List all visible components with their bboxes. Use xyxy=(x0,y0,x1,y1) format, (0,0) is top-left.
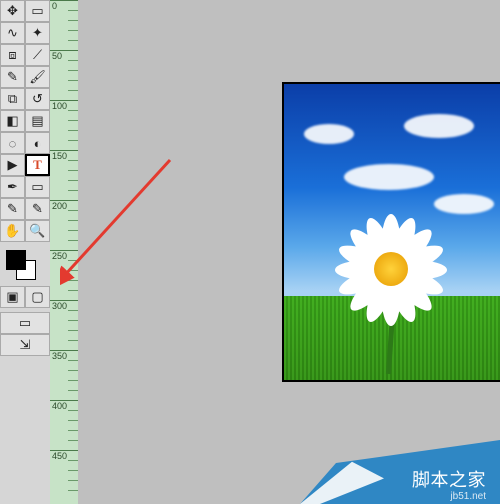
ruler-minor-tick xyxy=(68,230,78,231)
healing-brush-tool[interactable]: ✎ xyxy=(0,66,25,88)
ruler-minor-tick xyxy=(68,270,78,271)
ruler-minor-tick xyxy=(68,20,78,21)
ruler-minor-tick xyxy=(68,260,78,261)
clone-stamp-tool[interactable]: ⧉ xyxy=(0,88,25,110)
ruler-minor-tick xyxy=(68,420,78,421)
ruler-minor-tick xyxy=(68,390,78,391)
ruler-minor-tick xyxy=(68,290,78,291)
screen-mode-button[interactable]: ▭ xyxy=(0,312,50,334)
blur-tool[interactable]: ◌ xyxy=(0,132,25,154)
ruler-minor-tick xyxy=(68,10,78,11)
gradient-tool[interactable]: ▤ xyxy=(25,110,50,132)
ruler-minor-tick xyxy=(68,440,78,441)
slice-tool[interactable]: ⟋ xyxy=(25,44,50,66)
ruler-minor-tick xyxy=(68,470,78,471)
brush-tool[interactable]: 🖌 xyxy=(25,66,50,88)
ruler-minor-tick xyxy=(68,360,78,361)
path-selection-tool[interactable]: ▶ xyxy=(0,154,25,176)
ruler-minor-tick xyxy=(68,330,78,331)
ruler-minor-tick xyxy=(68,170,78,171)
marquee-tool[interactable]: ▭ xyxy=(25,0,50,22)
standard-mode-button[interactable]: ▣ xyxy=(0,286,25,308)
eraser-tool[interactable]: ◧ xyxy=(0,110,25,132)
jump-to-button[interactable]: ⇲ xyxy=(0,334,50,356)
notes-tool[interactable]: ✎ xyxy=(0,198,25,220)
ruler-minor-tick xyxy=(68,280,78,281)
ruler-minor-tick xyxy=(68,130,78,131)
ruler-minor-tick xyxy=(68,320,78,321)
ruler-minor-tick xyxy=(68,190,78,191)
ruler-minor-tick xyxy=(68,140,78,141)
flower-center xyxy=(374,252,408,286)
ruler-minor-tick xyxy=(68,90,78,91)
ruler-minor-tick xyxy=(68,240,78,241)
ruler-minor-tick xyxy=(68,370,78,371)
ruler-minor-tick xyxy=(68,380,78,381)
ruler-minor-tick xyxy=(68,490,78,491)
ruler-minor-tick xyxy=(68,70,78,71)
ruler-minor-tick xyxy=(68,160,78,161)
color-swatches[interactable] xyxy=(0,248,50,282)
lasso-tool[interactable]: ∿ xyxy=(0,22,25,44)
image-flower xyxy=(326,204,456,334)
image-cloud xyxy=(304,124,354,144)
watermark-banner: 脚本之家 jb51.net xyxy=(300,440,500,504)
crop-tool[interactable]: ⧈ xyxy=(0,44,25,66)
ruler-minor-tick xyxy=(68,460,78,461)
hand-tool[interactable]: ✋ xyxy=(0,220,25,242)
ruler-minor-tick xyxy=(68,410,78,411)
photoshop-window: ✥▭∿✦⧈⟋✎🖌⧉↺◧▤◌◐▶T✒▭✎✎✋🔍 ▣▢ ▭⇲ 05010015020… xyxy=(0,0,500,504)
ruler-minor-tick xyxy=(68,220,78,221)
eyedropper-tool[interactable]: ✎ xyxy=(25,198,50,220)
ruler-minor-tick xyxy=(68,80,78,81)
pen-tool[interactable]: ✒ xyxy=(0,176,25,198)
watermark-url: jb51.net xyxy=(450,491,486,502)
workspace xyxy=(78,0,500,504)
move-tool[interactable]: ✥ xyxy=(0,0,25,22)
quickmask-mode-button[interactable]: ▢ xyxy=(25,286,50,308)
ruler-minor-tick xyxy=(68,340,78,341)
ruler-minor-tick xyxy=(68,110,78,111)
zoom-tool[interactable]: 🔍 xyxy=(25,220,50,242)
ruler-minor-tick xyxy=(68,30,78,31)
foreground-color-swatch[interactable] xyxy=(6,250,26,270)
toolbox-panel: ✥▭∿✦⧈⟋✎🖌⧉↺◧▤◌◐▶T✒▭✎✎✋🔍 ▣▢ ▭⇲ xyxy=(0,0,51,504)
ruler-minor-tick xyxy=(68,60,78,61)
dodge-tool[interactable]: ◐ xyxy=(25,132,50,154)
ruler-minor-tick xyxy=(68,430,78,431)
ruler-minor-tick xyxy=(68,180,78,181)
history-brush-tool[interactable]: ↺ xyxy=(25,88,50,110)
shape-tool[interactable]: ▭ xyxy=(25,176,50,198)
magic-wand-tool[interactable]: ✦ xyxy=(25,22,50,44)
watermark-site: 脚本之家 xyxy=(412,466,486,492)
type-tool[interactable]: T xyxy=(25,154,50,176)
ruler-minor-tick xyxy=(68,40,78,41)
ruler-minor-tick xyxy=(68,120,78,121)
ruler-minor-tick xyxy=(68,210,78,211)
ruler-minor-tick xyxy=(68,480,78,481)
vertical-ruler: 050100150200250300350400450 xyxy=(50,0,79,504)
image-cloud xyxy=(404,114,474,138)
image-cloud xyxy=(344,164,434,190)
document-window[interactable] xyxy=(282,82,500,382)
ruler-minor-tick xyxy=(68,310,78,311)
